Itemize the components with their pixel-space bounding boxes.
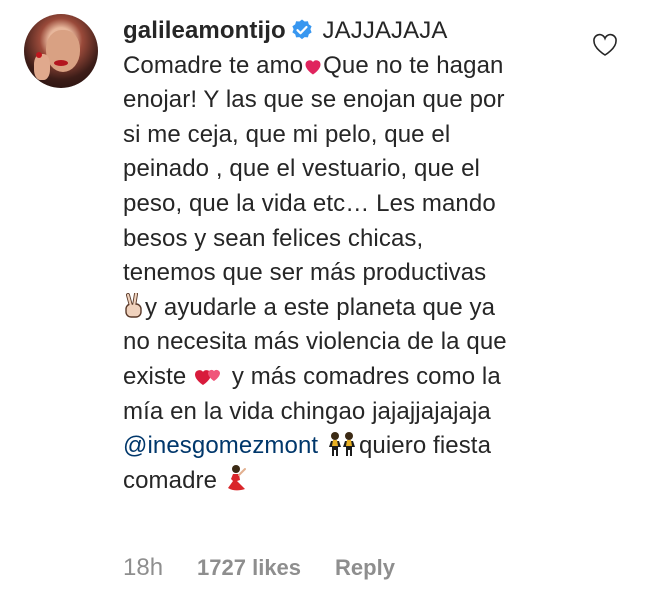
comment-text: Comadre te amo bbox=[123, 51, 304, 79]
avatar-nail bbox=[36, 52, 42, 58]
avatar-hand bbox=[34, 54, 50, 80]
victory-hand-emoji bbox=[125, 292, 142, 318]
comment-text: peinado , que el vestuario, que el bbox=[123, 155, 480, 183]
avatar[interactable] bbox=[24, 14, 98, 88]
comment-line-11: existe y más comadres como la bbox=[123, 360, 573, 395]
comment-line-14: comadre bbox=[123, 464, 573, 499]
comment-text: mía en la vida chingao jajajjajajaja bbox=[123, 397, 491, 425]
comment-line-5: peinado , que el vestuario, que el bbox=[123, 152, 573, 187]
timestamp[interactable]: 18h bbox=[123, 554, 163, 582]
comment-body: galileamontijo JAJJAJAJA Comadre te amo Q… bbox=[123, 14, 573, 498]
comment-text: tenemos que ser más productivas bbox=[123, 259, 487, 287]
comment-line-1: galileamontijo JAJJAJAJA bbox=[123, 14, 573, 49]
comment-line-8: tenemos que ser más productivas bbox=[123, 256, 573, 291]
comment-text: quiero fiesta bbox=[358, 432, 492, 460]
heart-outline-icon[interactable] bbox=[592, 33, 618, 57]
comment-line-3: enojar! Y las que se enojan que por bbox=[123, 83, 573, 118]
comment-text: si me ceja, que mi pelo, que el bbox=[123, 120, 451, 148]
comment-text: comadre bbox=[123, 466, 218, 494]
women-dancing-emoji bbox=[328, 432, 355, 457]
comment-text: enojar! Y las que se enojan que por bbox=[123, 86, 505, 114]
avatar-lips bbox=[54, 60, 68, 66]
reply-button[interactable]: Reply bbox=[335, 555, 395, 581]
comment-line-13: @inesgomezmont quiero fiesta bbox=[123, 429, 573, 464]
flamenco-dancer-emoji bbox=[227, 464, 246, 491]
mention-link[interactable]: @inesgomezmont bbox=[123, 432, 318, 459]
comment-text: Que no te hagan bbox=[323, 51, 504, 79]
comment-text: existe bbox=[123, 362, 187, 390]
comment-text: JAJJAJAJA bbox=[322, 17, 448, 44]
comment-line-9: y ayudarle a este planeta que ya bbox=[123, 291, 573, 326]
verified-badge-icon bbox=[292, 19, 312, 40]
comment-line-6: peso, que la vida etc… Les mando bbox=[123, 187, 573, 222]
comment-meta: 18h 1727 likes Reply bbox=[123, 553, 395, 583]
comment-text: peso, que la vida etc… Les mando bbox=[123, 189, 496, 217]
comment-text: y más comadres como la bbox=[225, 362, 501, 390]
comment-line-12: mía en la vida chingao jajajjajajaja bbox=[123, 395, 573, 430]
red-heart-emoji bbox=[305, 59, 321, 75]
comment-line-10: no necesita más violencia de la que bbox=[123, 325, 573, 360]
comment-line-4: si me ceja, que mi pelo, que el bbox=[123, 118, 573, 153]
username[interactable]: galileamontijo bbox=[123, 17, 286, 44]
comment-line-2: Comadre te amo Que no te hagan bbox=[123, 49, 573, 84]
comment-text: besos y sean felices chicas, bbox=[123, 224, 424, 252]
comment-text: no necesita más violencia de la que bbox=[123, 328, 507, 356]
likes-count[interactable]: 1727 likes bbox=[197, 555, 301, 581]
comment-line-7: besos y sean felices chicas, bbox=[123, 222, 573, 257]
comment-text: y ayudarle a este planeta que ya bbox=[145, 293, 496, 321]
two-hearts-emoji bbox=[195, 369, 221, 385]
